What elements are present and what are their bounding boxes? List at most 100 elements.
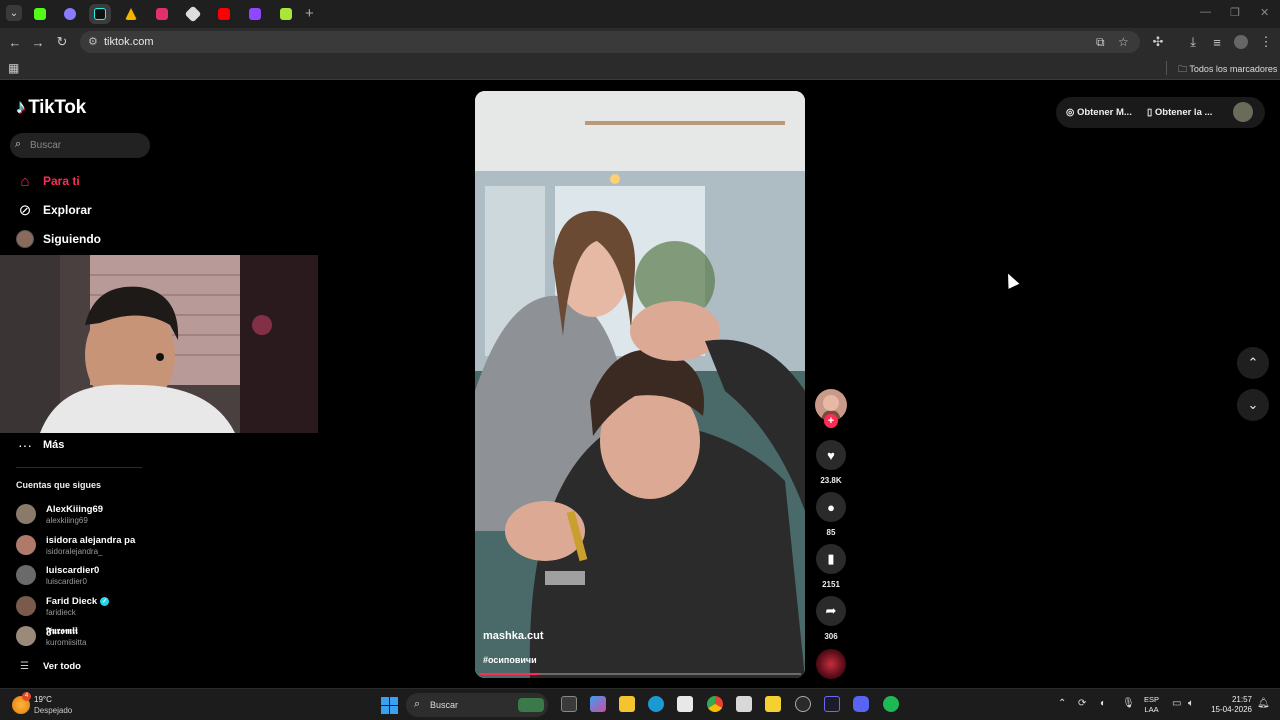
tiktok-logo[interactable]: ♪ TikTok [16,97,86,119]
tab-tiktok[interactable] [89,4,111,24]
tab-instagram[interactable] [151,4,173,24]
volume-icon[interactable]: 🔈︎ [1188,698,1194,709]
following-account[interactable]: AlexKiiing69 alexkiiing69 [16,501,103,527]
tab-twitch[interactable] [244,4,266,24]
address-bar[interactable]: ⚙ tiktok.com ⧉ ☆ [80,31,1140,53]
following-account[interactable]: isidora alejandra pa isidoralejandra_ [16,532,135,558]
search-icon: ⌕ [15,138,22,150]
account-handle: alexkiiing69 [46,515,88,525]
chrome-icon[interactable] [707,696,723,712]
sidebar-divider [16,467,142,468]
all-bookmarks[interactable]: 🗀 Todos los marcadores [1178,62,1277,78]
snipping-icon[interactable] [736,696,752,712]
video-progress-bar[interactable] [479,673,801,675]
close-icon[interactable]: ✕ [1260,6,1269,19]
see-all-button[interactable]: ☰ Ver todo [20,661,81,672]
maximize-icon[interactable]: ❐ [1230,6,1240,19]
tab-opera[interactable] [59,4,81,24]
system-clock[interactable]: 21:57 15-04-2026 [1208,695,1252,715]
next-video-button[interactable]: ⌄ [1237,389,1269,421]
get-coins-button[interactable]: ◎ Obtener M... [1066,107,1132,118]
nav-following[interactable]: Siguiendo [15,228,101,250]
task-view-icon[interactable] [561,696,577,712]
antivirus-icon[interactable]: ◐ [1100,698,1106,709]
video-author[interactable]: mashka.cut [483,630,544,642]
nav-explore[interactable]: ⊘ Explorar [15,199,92,221]
file-explorer-icon[interactable] [619,696,635,712]
search-icon: ⌕ [414,698,421,710]
following-section-title: Cuentas que sigues [16,480,102,490]
site-info-icon[interactable]: ⚙ [88,35,98,48]
windows-start-icon[interactable] [381,697,398,714]
comment-action[interactable]: ● 85 [815,492,847,537]
url-text[interactable]: tiktok.com [104,36,154,48]
language-indicator[interactable]: ESP LAA [1144,695,1159,715]
notification-bell-icon[interactable]: 🔔︎ [1257,698,1270,709]
profile-avatar[interactable] [1233,102,1253,122]
forward-icon[interactable]: → [29,33,47,51]
temperature[interactable]: 19°C [34,695,52,704]
follow-plus-button[interactable]: + [824,414,838,428]
tab-drive[interactable] [120,4,142,24]
video-hashtag[interactable]: #осиповичи [483,655,537,665]
phone-icon: ▯ [1147,107,1153,118]
sticky-notes-icon[interactable] [765,696,781,712]
spotify-icon[interactable] [883,696,899,712]
weather-condition[interactable]: Despejado [34,706,72,715]
taskbar-search[interactable]: ⌕ Buscar [406,693,548,717]
tab-kick[interactable] [29,4,51,24]
tab-search-button[interactable]: ⌄ [6,5,22,21]
store-icon[interactable] [677,696,693,712]
discord-icon[interactable] [853,696,869,712]
opera-icon [64,8,76,20]
get-app-button[interactable]: ▯ Obtener la ... [1147,107,1212,118]
logo-text: TikTok [28,97,86,118]
like-action[interactable]: ♥ 23.8K [815,440,847,485]
minimize-icon[interactable]: — [1200,6,1211,18]
network-icon[interactable]: ▭ [1172,698,1181,709]
nav-for-you[interactable]: ⌂ Para ti [15,170,79,192]
tiktok-icon [94,8,106,20]
following-account[interactable]: Farid Dieck ✓ faridieck [16,593,110,619]
music-disc-icon[interactable] [816,649,846,679]
heart-icon[interactable]: ♥ [816,440,846,470]
steam-icon[interactable] [795,696,811,712]
bookmark-icon[interactable]: ▮ [816,544,846,574]
language-code: ESP [1144,695,1160,704]
previous-video-button[interactable]: ⌃ [1237,347,1269,379]
copilot-icon[interactable] [590,696,606,712]
avatar [16,504,36,524]
more-menu[interactable]: ··· Más [18,437,64,453]
menu-icon[interactable]: ⋮ [1257,33,1275,51]
account-handle: luiscardier0 [46,576,87,586]
get-app-label: Obtener la ... [1154,107,1213,118]
profile-icon[interactable] [1232,33,1250,51]
extensions-icon[interactable]: ✣ [1149,33,1167,51]
search-placeholder: Buscar [30,140,62,151]
following-account[interactable]: luiscardier0 luiscardier0 [16,562,99,588]
apps-grid-icon[interactable]: ▦ [8,61,19,75]
tab-game[interactable] [275,4,297,24]
share-icon[interactable]: ➦ [816,596,846,626]
search-input[interactable]: ⌕ Buscar [10,133,150,158]
save-action[interactable]: ▮ 2151 [815,544,847,589]
media-icon[interactable]: ≡ [1208,33,1226,51]
sync-icon[interactable]: ⟳ [1078,698,1086,709]
tab-youtube[interactable] [213,4,235,24]
reload-icon[interactable]: ↻ [53,33,71,51]
obs-icon[interactable] [824,696,840,712]
video-player[interactable]: mashka.cut #осиповичи [475,91,805,678]
bookmark-star-icon[interactable]: ☆ [1118,35,1129,49]
install-icon[interactable]: ⧉ [1096,35,1105,50]
download-icon[interactable]: ⤓ [1184,33,1202,51]
shares-count: 306 [824,632,838,641]
edge-icon[interactable] [648,696,664,712]
share-action[interactable]: ➦ 306 [815,596,847,641]
tab-extension[interactable] [182,4,204,24]
back-icon[interactable]: ← [6,33,24,51]
comment-icon[interactable]: ● [816,492,846,522]
tray-overflow-icon[interactable]: ⌃ [1058,698,1066,709]
microphone-icon[interactable]: 🎙︎ [1122,698,1135,709]
following-account[interactable]: 𝕱𝖚𝖗𝖔𝖒𝖎𝖎 kuromiisitta [16,623,86,649]
new-tab-button[interactable]: + [305,5,314,22]
